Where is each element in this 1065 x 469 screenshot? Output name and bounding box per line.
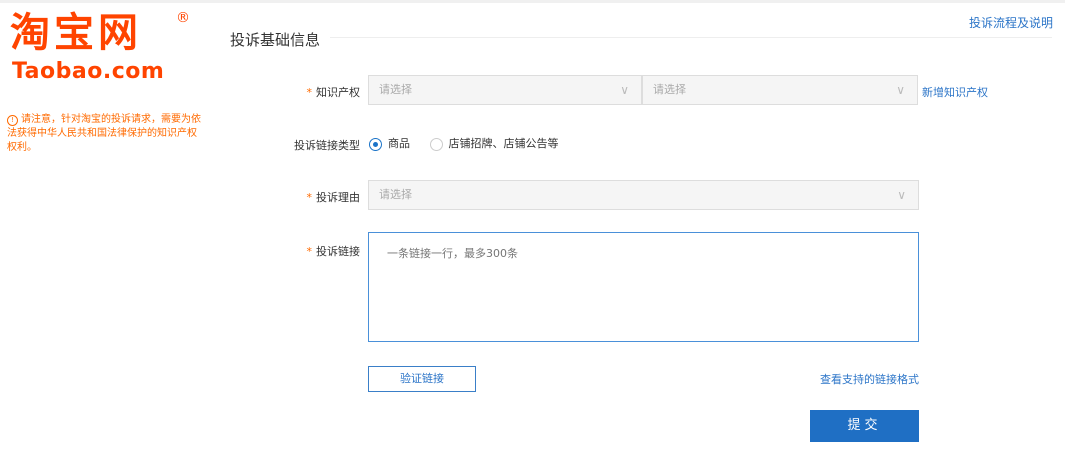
notice-text: 请注意，针对淘宝的投诉请求，需要为依法获得中华人民共和国法律保护的知识产权权利。 <box>7 114 201 153</box>
radio-checked-icon[interactable] <box>369 137 382 151</box>
required-mark: * <box>306 86 313 99</box>
verify-links-button[interactable]: 验证链接 <box>368 366 476 392</box>
ip-select-primary[interactable]: 请选择 ∨ <box>368 75 642 105</box>
reason-select-value: 请选择 <box>379 188 412 201</box>
chevron-down-icon: ∨ <box>896 83 905 97</box>
ip-label-text: 知识产权 <box>316 86 360 99</box>
link-type-radio-group: 商品 店铺招牌、店铺公告等 <box>369 135 575 151</box>
links-label-text: 投诉链接 <box>316 245 360 258</box>
info-circle-icon: ! <box>7 115 18 126</box>
reason-label-text: 投诉理由 <box>316 191 360 204</box>
complaint-process-link[interactable]: 投诉流程及说明 <box>969 14 1053 31</box>
reason-select[interactable]: 请选择 ∨ <box>368 180 919 210</box>
reason-label: * 投诉理由 <box>240 189 361 205</box>
section-divider <box>330 37 1052 38</box>
section-title: 投诉基础信息 <box>230 31 321 49</box>
ip-select-secondary-value: 请选择 <box>653 83 686 96</box>
top-divider <box>0 0 1065 3</box>
link-type-label: 投诉链接类型 <box>294 139 360 152</box>
required-mark: * <box>306 245 313 258</box>
ip-label: * 知识产权 <box>240 84 361 100</box>
add-ip-link[interactable]: 新增知识产权 <box>922 84 988 100</box>
ip-select-primary-value: 请选择 <box>379 83 412 96</box>
logo-chinese: 淘宝网 <box>10 10 142 56</box>
radio-unchecked-icon[interactable] <box>429 137 443 151</box>
links-label: * 投诉链接 <box>240 243 361 259</box>
supported-format-link[interactable]: 查看支持的链接格式 <box>820 371 919 387</box>
ip-select-secondary[interactable]: 请选择 ∨ <box>642 75 918 105</box>
legal-notice: ! 请注意，针对淘宝的投诉请求，需要为依法获得中华人民共和国法律保护的知识产权权利… <box>7 113 202 155</box>
radio-option-shop[interactable]: 店铺招牌、店铺公告等 <box>429 135 559 151</box>
radio-label-goods: 商品 <box>388 137 410 150</box>
required-mark: * <box>306 191 313 204</box>
taobao-logo[interactable]: 淘宝网 ® Taobao.com <box>10 10 200 84</box>
complaint-links-textarea[interactable] <box>368 232 919 342</box>
radio-label-shop: 店铺招牌、店铺公告等 <box>448 137 559 150</box>
radio-option-goods[interactable]: 商品 <box>369 135 410 151</box>
chevron-down-icon: ∨ <box>897 188 906 202</box>
submit-button[interactable]: 提交 <box>810 410 919 442</box>
registered-mark: ® <box>176 10 190 26</box>
chevron-down-icon: ∨ <box>620 83 629 97</box>
logo-english: Taobao.com <box>12 59 165 84</box>
